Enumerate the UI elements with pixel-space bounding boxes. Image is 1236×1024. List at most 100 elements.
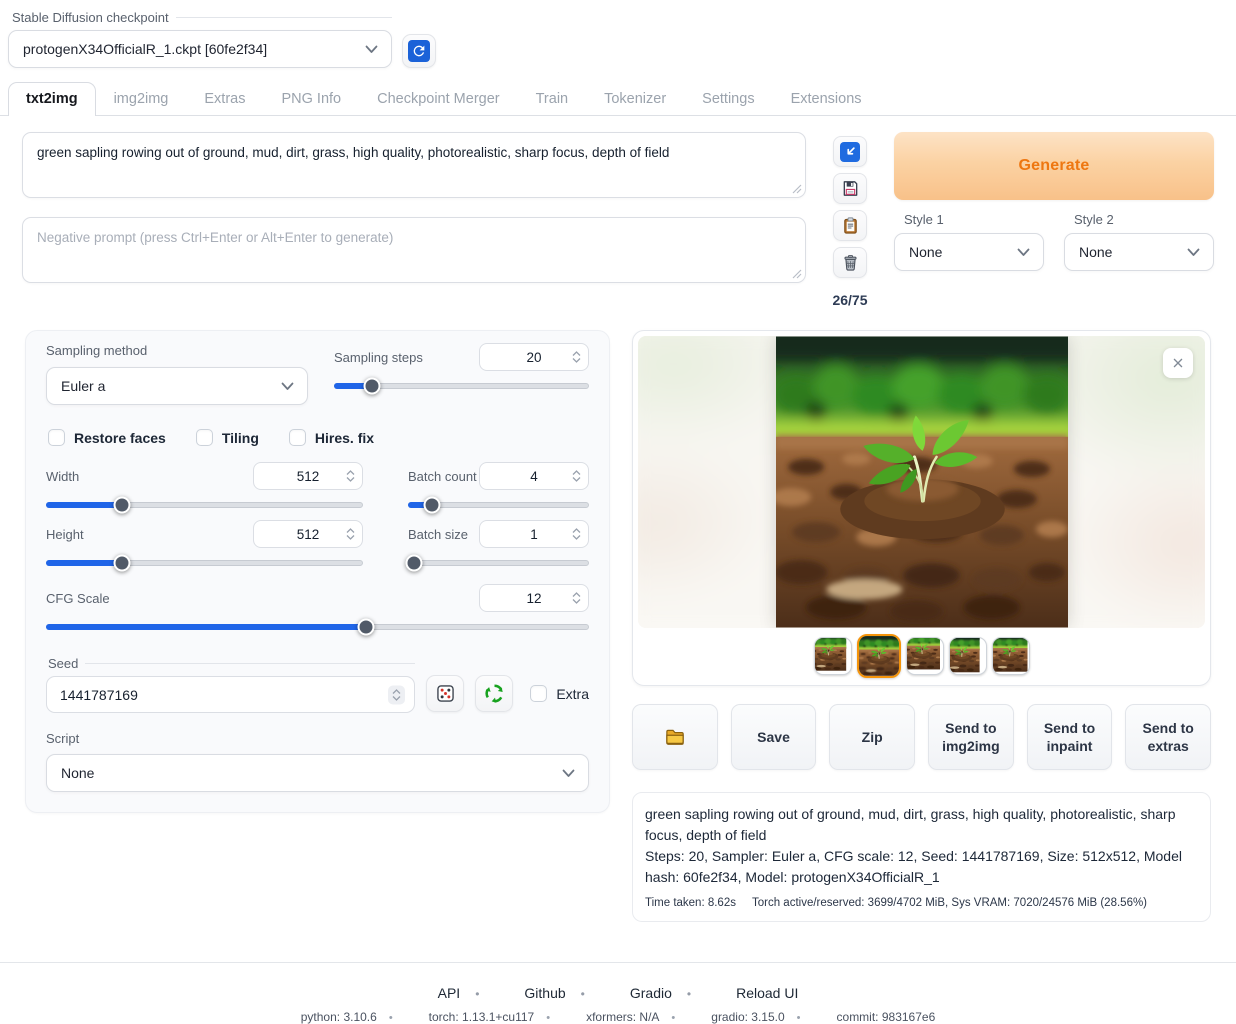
stepper-down-icon[interactable] xyxy=(572,535,581,541)
slider-thumb[interactable] xyxy=(406,555,423,572)
batch-size-field: Batch size 1 xyxy=(408,520,589,572)
slider-thumb[interactable] xyxy=(423,497,440,514)
footer-link-reload-ui[interactable]: Reload UI xyxy=(687,985,813,1001)
slider-thumb[interactable] xyxy=(114,555,131,572)
stepper-up-icon[interactable] xyxy=(346,470,355,476)
save-button[interactable]: Save xyxy=(731,704,817,770)
height-slider[interactable] xyxy=(46,554,363,572)
batch-count-value: 4 xyxy=(530,469,538,484)
stepper-down-icon[interactable] xyxy=(392,695,401,701)
cfg-scale-input[interactable]: 12 xyxy=(479,584,589,612)
tab-png-info[interactable]: PNG Info xyxy=(263,82,359,116)
batch-count-slider[interactable] xyxy=(408,496,589,514)
random-seed-button[interactable] xyxy=(426,675,464,712)
generate-button[interactable]: Generate xyxy=(894,132,1214,200)
open-folder-button[interactable] xyxy=(632,704,718,770)
cfg-scale-slider[interactable] xyxy=(46,618,589,636)
stepper-up-icon[interactable] xyxy=(572,470,581,476)
height-input[interactable]: 512 xyxy=(253,520,363,548)
stepper-down-icon[interactable] xyxy=(346,477,355,483)
extra-seed-checkbox[interactable]: Extra xyxy=(530,685,589,702)
tab-extras[interactable]: Extras xyxy=(186,82,263,116)
prompt-tools-column: 26/75 xyxy=(832,132,868,308)
style2-select[interactable]: None xyxy=(1064,233,1214,271)
close-preview-button[interactable] xyxy=(1163,348,1193,378)
reuse-seed-button[interactable] xyxy=(475,675,513,712)
sampling-steps-input[interactable]: 20 xyxy=(479,343,589,371)
batch-size-value: 1 xyxy=(530,527,538,542)
sampling-method-select[interactable]: Euler a xyxy=(46,367,308,405)
stepper-up-icon[interactable] xyxy=(392,688,401,694)
style1-value: None xyxy=(909,244,942,260)
sampling-steps-value: 20 xyxy=(526,350,541,365)
tiling-checkbox[interactable]: Tiling xyxy=(196,429,259,446)
refresh-checkpoints-button[interactable] xyxy=(402,34,436,68)
save-style-button[interactable] xyxy=(833,173,867,204)
footer-link-api[interactable]: API xyxy=(423,985,476,1001)
slider-thumb[interactable] xyxy=(364,378,381,395)
tab-tokenizer[interactable]: Tokenizer xyxy=(586,82,684,116)
thumbnail-strip xyxy=(638,628,1205,684)
footer: API Github Gradio Reload UI python: 3.10… xyxy=(0,963,1236,1024)
footer-link-gradio[interactable]: Gradio xyxy=(581,985,687,1001)
stepper-down-icon[interactable] xyxy=(572,599,581,605)
prompt-field: green sapling rowing out of ground, mud,… xyxy=(22,132,806,198)
tab-checkpoint-merger[interactable]: Checkpoint Merger xyxy=(359,82,518,116)
checkpoint-label: Stable Diffusion checkpoint xyxy=(12,10,169,25)
thumbnail-4[interactable] xyxy=(949,637,987,675)
seed-section: Seed 1441787169 xyxy=(46,656,589,713)
prompt-input[interactable]: green sapling rowing out of ground, mud,… xyxy=(22,132,806,198)
stepper-down-icon[interactable] xyxy=(572,358,581,364)
width-field: Width 512 xyxy=(46,462,363,514)
seed-input[interactable]: 1441787169 xyxy=(46,676,415,713)
script-select[interactable]: None xyxy=(46,754,589,792)
footer-link-github[interactable]: Github xyxy=(475,985,580,1001)
restore-faces-checkbox[interactable]: Restore faces xyxy=(48,429,166,446)
stepper-up-icon[interactable] xyxy=(572,592,581,598)
clear-prompt-button[interactable] xyxy=(833,247,867,278)
stepper-up-icon[interactable] xyxy=(572,528,581,534)
version-gradio: gradio: 3.15.0 xyxy=(671,1010,796,1024)
slider-thumb[interactable] xyxy=(114,497,131,514)
thumbnail-5[interactable] xyxy=(992,637,1030,675)
width-slider[interactable] xyxy=(46,496,363,514)
tab-settings[interactable]: Settings xyxy=(684,82,772,116)
stepper-down-icon[interactable] xyxy=(346,535,355,541)
zip-button[interactable]: Zip xyxy=(829,704,915,770)
thumbnail-2-selected[interactable] xyxy=(857,634,901,678)
generated-image[interactable] xyxy=(776,336,1068,628)
hires-fix-checkbox[interactable]: Hires. fix xyxy=(289,429,374,446)
negative-prompt-input[interactable] xyxy=(22,217,806,283)
script-field: Script None xyxy=(46,731,589,792)
thumbnail-1[interactable] xyxy=(814,637,852,675)
send-to-inpaint-button[interactable]: Send to inpaint xyxy=(1027,704,1113,770)
width-input[interactable]: 512 xyxy=(253,462,363,490)
sampling-steps-slider[interactable] xyxy=(334,377,589,395)
batch-count-input[interactable]: 4 xyxy=(479,462,589,490)
stepper-up-icon[interactable] xyxy=(572,351,581,357)
stepper-down-icon[interactable] xyxy=(572,477,581,483)
close-icon xyxy=(1169,354,1187,372)
options-row: Restore faces Tiling Hires. fix xyxy=(48,429,589,446)
generate-column: Generate Style 1 None Style 2 None xyxy=(894,132,1214,308)
tab-extensions[interactable]: Extensions xyxy=(773,82,880,116)
txt2img-tab-content: green sapling rowing out of ground, mud,… xyxy=(0,115,1236,963)
checkpoint-select[interactable]: protogenX34OfficialR_1.ckpt [60fe2f34] xyxy=(8,30,392,68)
tab-train[interactable]: Train xyxy=(518,82,587,116)
tab-txt2img[interactable]: txt2img xyxy=(8,82,96,116)
style1-select[interactable]: None xyxy=(894,233,1044,271)
read-generation-params-button[interactable] xyxy=(833,136,867,167)
send-to-img2img-button[interactable]: Send to img2img xyxy=(928,704,1014,770)
batch-size-input[interactable]: 1 xyxy=(479,520,589,548)
apply-style-button[interactable] xyxy=(833,210,867,241)
batch-size-label: Batch size xyxy=(408,527,468,542)
tab-img2img[interactable]: img2img xyxy=(96,82,187,116)
slider-thumb[interactable] xyxy=(358,619,375,636)
send-to-extras-button[interactable]: Send to extras xyxy=(1125,704,1211,770)
checkpoint-bar: Stable Diffusion checkpoint protogenX34O… xyxy=(0,0,1236,82)
width-label: Width xyxy=(46,469,79,484)
thumbnail-3[interactable] xyxy=(906,637,944,675)
batch-size-slider[interactable] xyxy=(408,554,589,572)
stepper-up-icon[interactable] xyxy=(346,528,355,534)
height-value: 512 xyxy=(297,527,320,542)
